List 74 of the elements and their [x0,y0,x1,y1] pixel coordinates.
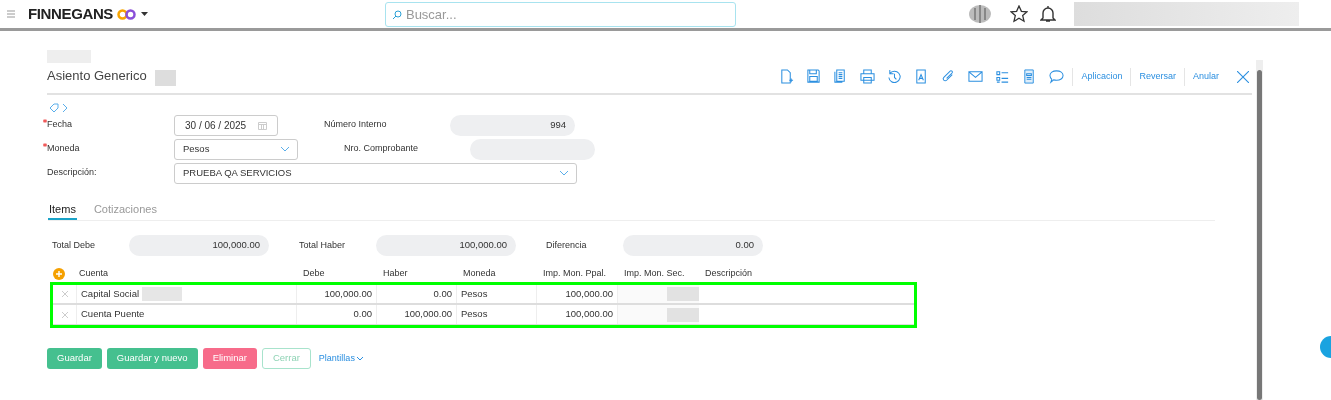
column-header: Cuenta [79,266,110,280]
logo-icon [116,8,136,20]
checklist-icon[interactable] [995,69,1011,84]
delete-row-icon[interactable] [61,291,68,297]
column-header: Debe [302,266,326,280]
action-link[interactable]: Anular [1193,69,1219,84]
star-icon[interactable] [1009,5,1028,23]
date-field[interactable]: 30 / 06 / 2025 [174,114,278,136]
select-field[interactable]: Pesos [174,138,298,160]
field-label: Descripción: [47,166,97,180]
new-document-icon[interactable] [779,69,795,84]
mail-icon[interactable] [968,69,984,84]
column-header: Moneda [462,266,497,280]
field-value: PRUEBA QA SERVICIOS [183,165,292,180]
field-label: Moneda [47,142,80,156]
action-link[interactable]: Reversar [1139,69,1176,84]
form-title: Asiento Generico [47,67,147,85]
caret-icon[interactable] [140,12,148,16]
action-link[interactable]: Aplicacion [1081,69,1123,84]
table-cell: 0.00 [377,285,457,303]
tab[interactable]: Items [48,200,77,220]
templates-link[interactable]: Plantillas [318,351,363,366]
column-header: Descripción [704,266,754,280]
table-cell: 100,000.00 [297,285,377,303]
table-cell: Pesos [457,285,537,303]
add-icon[interactable] [53,267,65,280]
field-value: 30 / 06 / 2025 [185,118,247,133]
comment-icon[interactable] [1049,69,1065,84]
blurred-block [154,69,176,86]
chevron-down-icon [356,356,363,361]
table-cell: 0.00 [297,305,377,324]
field-value: Pesos [183,141,210,156]
calendar-icon[interactable] [258,120,267,130]
scrollbar-thumb[interactable] [1257,70,1262,400]
column-header: Imp. Mon. Ppal. [542,266,608,280]
readonly-field: 994 [450,114,575,136]
field-label: Fecha [47,118,72,132]
voice-icon[interactable] [968,3,991,25]
tag-icon[interactable] [49,103,59,112]
print-icon[interactable] [860,69,876,84]
field-label: Nro. Comprobante [344,142,419,156]
total-field: 100,000.00 [129,235,269,256]
total-label: Total Debe [52,238,97,252]
select-field[interactable]: PRUEBA QA SERVICIOS [174,162,577,184]
column-header: Haber [382,266,409,280]
chevron-right-icon[interactable] [63,103,67,112]
table-cell-text: Capital Social [81,286,140,301]
menu-icon[interactable] [7,10,15,18]
action-button[interactable]: Guardar y nuevo [106,348,198,369]
blurred-block [142,287,183,301]
blurred-block [667,307,699,322]
search-icon [391,9,402,20]
chevron-down-icon [560,170,568,176]
total-label: Diferencia [546,238,588,252]
delete-row-icon[interactable] [61,311,68,318]
close-icon[interactable] [1237,70,1249,83]
brand-logo-text[interactable]: FINNEGANS [28,2,113,26]
chevron-down-icon [281,146,289,152]
table-cell: Cuenta Puente [81,307,145,322]
action-button[interactable]: Eliminar [202,348,257,369]
action-button[interactable]: Guardar [47,348,102,369]
column-header: Imp. Mon. Sec. [623,266,686,280]
history-icon[interactable] [887,69,903,84]
total-field: 0.00 [623,235,763,256]
tab[interactable]: Cotizaciones [92,200,158,220]
total-label: Total Haber [299,238,347,252]
blurred-block [667,287,699,301]
bell-icon[interactable] [1039,5,1056,23]
table-cell: 100,000.00 [377,305,457,324]
search-field[interactable]: Buscar... [384,1,736,27]
field-label: Número Interno [324,118,387,132]
total-field: 100,000.00 [376,235,516,256]
save-icon[interactable] [806,69,822,84]
table-cell: Pesos [457,305,537,324]
